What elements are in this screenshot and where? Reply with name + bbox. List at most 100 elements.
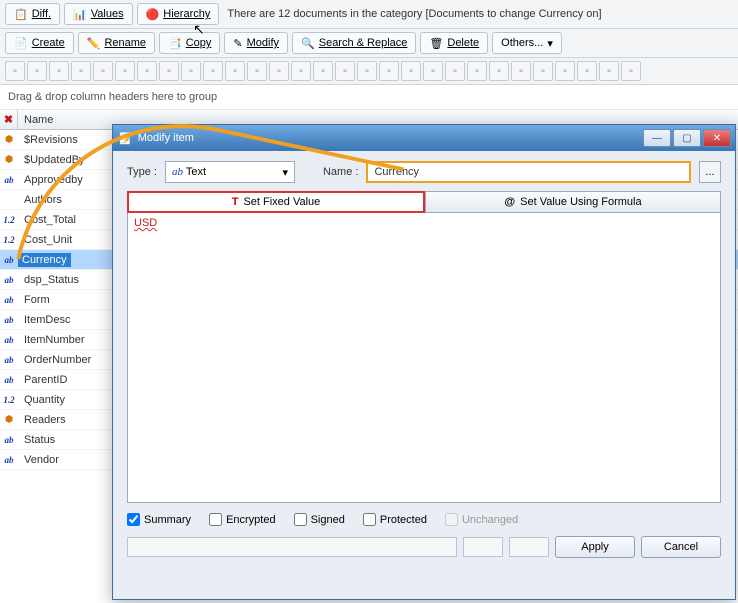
tab-formula[interactable]: @Set Value Using Formula (425, 191, 721, 213)
tool-icon[interactable]: ▫ (115, 61, 135, 81)
tab-fixed-value[interactable]: TSet Fixed Value (127, 191, 425, 213)
field-name: Approvedby (18, 174, 83, 186)
field-name: dsp_Status (18, 274, 79, 286)
apply-button[interactable]: Apply (555, 536, 635, 558)
tool-icon[interactable]: ▫ (335, 61, 355, 81)
tool-icon[interactable]: ▫ (137, 61, 157, 81)
tool-icon[interactable]: ▫ (379, 61, 399, 81)
tool-icon[interactable]: ▫ (93, 61, 113, 81)
field-name: Currency (18, 253, 71, 267)
category-info: There are 12 documents in the category [… (227, 8, 601, 20)
protected-checkbox[interactable]: Protected (363, 513, 427, 526)
others-button[interactable]: Others...▾ (492, 32, 562, 54)
type-icon: ⬢ (0, 414, 18, 425)
group-instruction: Drag & drop column headers here to group (0, 85, 738, 110)
rename-button[interactable]: ✏️Rename (78, 32, 155, 54)
tool-icon[interactable]: ▫ (445, 61, 465, 81)
dialog-title-bar[interactable]: 📝Modify item — ▢ ✕ (113, 125, 735, 151)
value-text: USD (134, 217, 157, 229)
tool-icon[interactable]: ▫ (269, 61, 289, 81)
chevron-down-icon: ▾ (282, 166, 288, 179)
tool-icon[interactable]: ▫ (467, 61, 487, 81)
field-name: $Revisions (18, 134, 78, 146)
tool-icon[interactable]: ▫ (247, 61, 267, 81)
tool-icon[interactable]: ▫ (357, 61, 377, 81)
field-name: Authors (18, 194, 62, 206)
tool-icon[interactable]: ▫ (313, 61, 333, 81)
tool-icon[interactable]: ▫ (181, 61, 201, 81)
diff-button[interactable]: 📋Diff. (5, 3, 60, 25)
type-icon: ⬢ (0, 154, 18, 165)
type-icon: ab (0, 175, 18, 185)
tool-icon[interactable]: ▫ (203, 61, 223, 81)
progress-small (463, 537, 503, 557)
maximize-button[interactable]: ▢ (673, 129, 701, 147)
type-icon: ab (0, 355, 18, 365)
field-name: ItemNumber (18, 334, 85, 346)
tool-icon[interactable]: ▫ (27, 61, 47, 81)
type-icon: ab (0, 335, 18, 345)
field-name: $UpdatedBy (18, 154, 85, 166)
tool-icon[interactable]: ▫ (423, 61, 443, 81)
type-icon: ab (0, 315, 18, 325)
type-icon: 1.2 (0, 215, 18, 225)
modify-button[interactable]: ✎Modify (224, 32, 288, 54)
hierarchy-button[interactable]: 🔴Hierarchy (137, 3, 220, 25)
copy-button[interactable]: 📑Copy (159, 32, 220, 54)
tool-icon[interactable]: ▫ (511, 61, 531, 81)
value-input[interactable]: USD (127, 213, 721, 503)
type-icon: 1.2 (0, 235, 18, 245)
modify-item-dialog: 📝Modify item — ▢ ✕ Type : ab Text ▾ Name… (112, 124, 736, 600)
type-label: Type : (127, 166, 157, 178)
tool-icon[interactable]: ▫ (555, 61, 575, 81)
type-dropdown[interactable]: ab Text ▾ (165, 161, 295, 183)
progress-bar (127, 537, 457, 557)
tool-icon[interactable]: ▫ (71, 61, 91, 81)
cancel-button[interactable]: Cancel (641, 536, 721, 558)
tool-icon[interactable]: ▫ (489, 61, 509, 81)
name-browse-button[interactable]: ... (699, 161, 721, 183)
field-name: ItemDesc (18, 314, 70, 326)
create-button[interactable]: 📄Create (5, 32, 74, 54)
name-field[interactable]: Currency (366, 161, 691, 183)
tool-icon[interactable]: ▫ (577, 61, 597, 81)
summary-checkbox[interactable]: Summary (127, 513, 191, 526)
signed-checkbox[interactable]: Signed (294, 513, 345, 526)
field-name: Quantity (18, 394, 65, 406)
field-name: Vendor (18, 454, 59, 466)
delete-column-icon[interactable]: ✖ (0, 110, 18, 129)
tool-icon[interactable]: ▫ (533, 61, 553, 81)
field-name: Cost_Unit (18, 234, 72, 246)
type-icon: ab (0, 435, 18, 445)
tool-icon[interactable]: ▫ (159, 61, 179, 81)
tool-icon[interactable]: ▫ (225, 61, 245, 81)
icon-toolbar: ▫▫▫▫▫▫▫▫▫▫▫▫▫▫▫▫▫▫▫▫▫▫▫▫▫▫▫▫▫ (0, 58, 738, 85)
type-icon: ab (0, 455, 18, 465)
column-name-header[interactable]: Name (18, 114, 53, 126)
delete-button[interactable]: 🗑Delete (420, 32, 488, 54)
type-icon: 1.2 (0, 395, 18, 405)
type-icon: ⬢ (0, 134, 18, 145)
progress-small (509, 537, 549, 557)
unchanged-checkbox: Unchanged (445, 513, 518, 526)
field-name: Status (18, 434, 55, 446)
field-name: OrderNumber (18, 354, 91, 366)
minimize-button[interactable]: — (643, 129, 671, 147)
type-icon: ab (0, 255, 18, 265)
field-name: Readers (18, 414, 66, 426)
tool-icon[interactable]: ▫ (49, 61, 69, 81)
type-icon: ab (0, 295, 18, 305)
tool-icon[interactable]: ▫ (5, 61, 25, 81)
field-name: ParentID (18, 374, 67, 386)
tool-icon[interactable]: ▫ (599, 61, 619, 81)
values-button[interactable]: 📊Values (64, 3, 133, 25)
field-name: Cost_Total (18, 214, 76, 226)
type-icon: ab (0, 275, 18, 285)
tool-icon[interactable]: ▫ (621, 61, 641, 81)
tool-icon[interactable]: ▫ (291, 61, 311, 81)
name-label: Name : (323, 166, 358, 178)
search-replace-button[interactable]: 🔍Search & Replace (292, 32, 416, 54)
close-button[interactable]: ✕ (703, 129, 731, 147)
tool-icon[interactable]: ▫ (401, 61, 421, 81)
encrypted-checkbox[interactable]: Encrypted (209, 513, 276, 526)
